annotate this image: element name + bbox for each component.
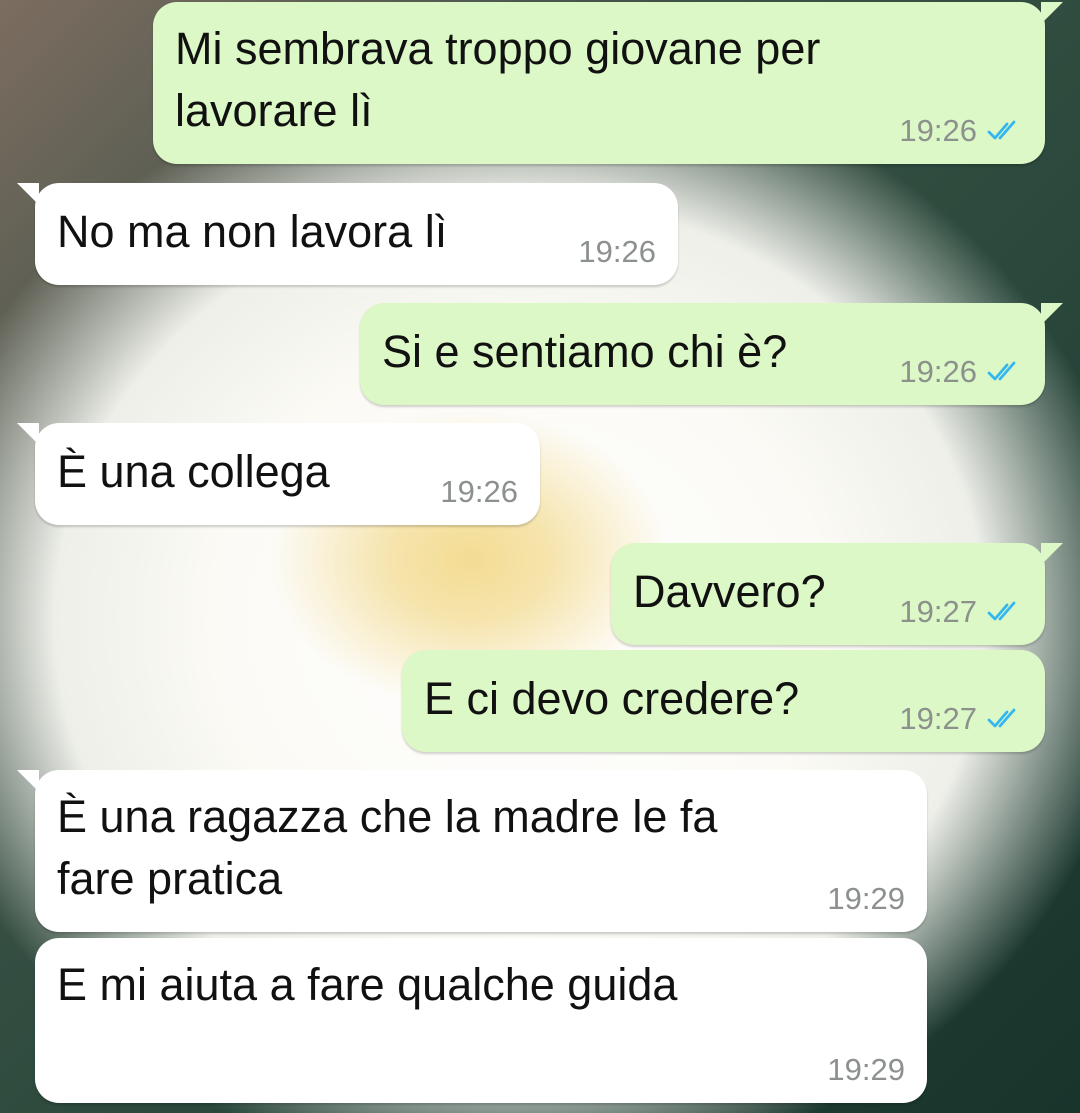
message-text: È una ragazza che la madre le fa fare pr… [57, 791, 718, 904]
bubble-tail [17, 423, 39, 445]
message-bubble-incoming[interactable]: È una ragazza che la madre le fa fare pr… [17, 770, 927, 932]
message-meta: 19:26 [440, 475, 518, 509]
message-time: 19:26 [899, 113, 977, 148]
double-check-icon [987, 708, 1016, 728]
message-text: Davvero? [633, 566, 826, 617]
message-bubble-incoming[interactable]: E mi aiuta a fare qualche guida 19:29 [35, 938, 927, 1103]
message-bubble-outgoing[interactable]: E ci devo credere? 19:27 [402, 650, 1045, 752]
message-time: 19:27 [899, 594, 977, 629]
message-text: È una collega [57, 446, 330, 497]
message-text: E mi aiuta a fare qualche guida [57, 959, 678, 1010]
message-time: 19:29 [827, 1052, 905, 1087]
double-check-icon [987, 120, 1016, 140]
bubble-tail [1041, 303, 1063, 325]
bubble-tail [17, 183, 39, 205]
message-text: E ci devo credere? [424, 673, 800, 724]
message-bubble-outgoing[interactable]: Mi sembrava troppo giovane per lavorare … [153, 2, 1063, 164]
message-meta: 19:26 [899, 355, 1023, 389]
message-meta: 19:29 [827, 882, 905, 916]
message-time: 19:27 [899, 701, 977, 736]
bubble-tail [17, 770, 39, 792]
message-bubble-incoming[interactable]: È una collega 19:26 [17, 423, 540, 525]
message-meta: 19:26 [899, 114, 1023, 148]
message-time: 19:29 [827, 881, 905, 916]
message-text: Mi sembrava troppo giovane per lavorare … [175, 23, 821, 136]
message-text: Si e sentiamo chi è? [382, 326, 788, 377]
bubble-tail [1041, 543, 1063, 565]
message-bubble-outgoing[interactable]: Si e sentiamo chi è? 19:26 [360, 303, 1063, 405]
double-check-icon [987, 601, 1016, 621]
message-text: No ma non lavora lì [57, 206, 448, 257]
message-meta: 19:27 [899, 702, 1023, 736]
message-time: 19:26 [578, 234, 656, 269]
bubble-tail [1041, 2, 1063, 24]
chat-area: Mi sembrava troppo giovane per lavorare … [0, 0, 1080, 1113]
message-meta: 19:29 [827, 1053, 905, 1087]
message-bubble-outgoing[interactable]: Davvero? 19:27 [611, 543, 1063, 645]
double-check-icon [987, 361, 1016, 381]
message-time: 19:26 [899, 354, 977, 389]
message-meta: 19:27 [899, 595, 1023, 629]
message-time: 19:26 [440, 474, 518, 509]
message-bubble-incoming[interactable]: No ma non lavora lì 19:26 [17, 183, 678, 285]
message-meta: 19:26 [578, 235, 656, 269]
